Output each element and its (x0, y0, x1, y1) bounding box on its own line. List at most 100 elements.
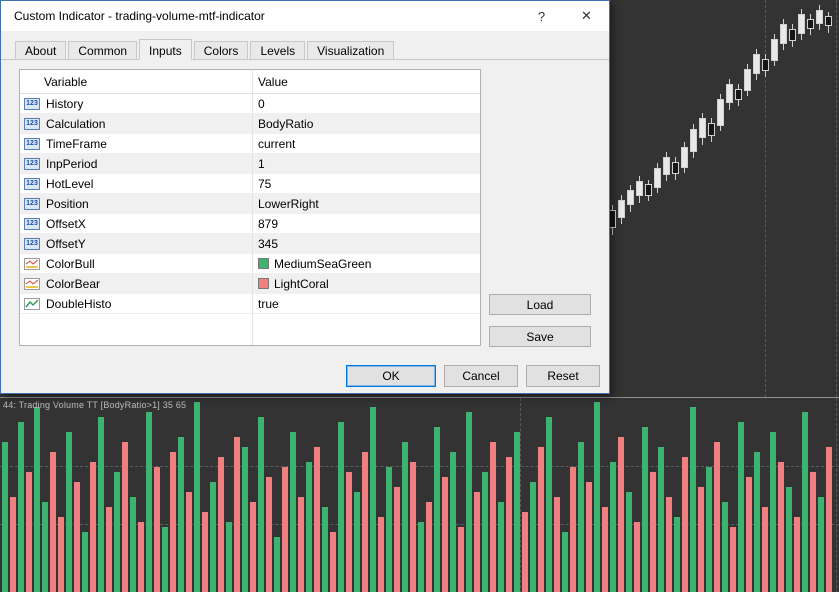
volume-bar (522, 512, 528, 592)
value-cell[interactable]: current (252, 137, 480, 151)
table-row[interactable]: 123 History 0 (20, 94, 480, 114)
variable-name: ColorBear (46, 276, 101, 291)
volume-bar (810, 472, 816, 592)
volume-bar (538, 447, 544, 592)
value-cell[interactable]: MediumSeaGreen (252, 257, 480, 271)
load-button[interactable]: Load (489, 294, 591, 315)
candle-body (681, 147, 688, 168)
volume-bar (74, 482, 80, 592)
value-text: BodyRatio (258, 116, 314, 131)
value-cell[interactable]: 345 (252, 237, 480, 251)
volume-bar (466, 412, 472, 592)
candle-body (771, 39, 778, 61)
volume-bar (818, 497, 824, 592)
table-row[interactable]: 123 InpPeriod 1 (20, 154, 480, 174)
cancel-button[interactable]: Cancel (444, 365, 518, 387)
volume-bar (82, 532, 88, 592)
volume-bar (506, 457, 512, 592)
value-cell[interactable]: LightCoral (252, 277, 480, 291)
tab-inputs[interactable]: Inputs (139, 39, 192, 60)
variable-name: ColorBull (46, 256, 95, 271)
dialog-titlebar[interactable]: Custom Indicator - trading-volume-mtf-in… (1, 1, 609, 31)
volume-bar (602, 507, 608, 592)
histogram-icon (24, 297, 40, 310)
volume-bar (738, 422, 744, 592)
candle-body (744, 69, 751, 91)
table-row[interactable]: 123 OffsetX 879 (20, 214, 480, 234)
volume-bar (666, 497, 672, 592)
volume-bar (826, 447, 832, 592)
volume-bar (250, 502, 256, 592)
volume-bar (578, 442, 584, 592)
table-row[interactable]: 123 Calculation BodyRatio (20, 114, 480, 134)
candle-body (825, 16, 832, 26)
volume-bar (42, 502, 48, 592)
indicator-subwindow: 44: Trading Volume TT [BodyRatio>1] 35 6… (0, 397, 839, 592)
value-cell[interactable]: true (252, 297, 480, 311)
value-text: 0 (258, 96, 265, 111)
volume-bar (490, 442, 496, 592)
candle-body (627, 190, 634, 205)
variable-name: Calculation (46, 116, 106, 131)
table-row[interactable]: 123 OffsetY 345 (20, 234, 480, 254)
volume-bar (122, 442, 128, 592)
volume-bar (770, 432, 776, 592)
volume-bar (418, 522, 424, 592)
candle-body (717, 99, 724, 126)
candle-body (753, 54, 760, 74)
value-text: LightCoral (274, 276, 329, 291)
variable-name: History (46, 96, 84, 111)
tab-colors[interactable]: Colors (193, 41, 249, 60)
table-row[interactable]: ColorBear LightCoral (20, 274, 480, 294)
volume-bar (98, 417, 104, 592)
volume-bar (610, 462, 616, 592)
value-cell[interactable]: 879 (252, 217, 480, 231)
volume-bar (362, 452, 368, 592)
value-cell[interactable]: 0 (252, 97, 480, 111)
volume-bar (338, 422, 344, 592)
volume-bar (722, 502, 728, 592)
tab-common[interactable]: Common (68, 41, 138, 60)
table-row[interactable]: 123 HotLevel 75 (20, 174, 480, 194)
volume-bar (306, 462, 312, 592)
volume-bar (170, 452, 176, 592)
volume-bar (618, 437, 624, 592)
value-text: 879 (258, 216, 279, 231)
table-header: Variable Value (20, 70, 480, 94)
value-cell[interactable]: 1 (252, 157, 480, 171)
volume-bar (130, 497, 136, 592)
value-cell[interactable]: LowerRight (252, 197, 480, 211)
volume-bar (650, 472, 656, 592)
color-swatch (258, 258, 269, 269)
candle-body (645, 184, 652, 196)
volume-bar (674, 517, 680, 592)
reset-button[interactable]: Reset (526, 365, 600, 387)
volume-bar (394, 487, 400, 592)
close-button[interactable]: ✕ (564, 1, 609, 31)
tab-visualization[interactable]: Visualization (307, 41, 395, 60)
volume-bar (10, 497, 16, 592)
table-row[interactable]: DoubleHisto true (20, 294, 480, 314)
volume-bar (634, 522, 640, 592)
numeric-123-icon: 123 (24, 237, 40, 250)
table-row[interactable]: ColorBull MediumSeaGreen (20, 254, 480, 274)
help-button[interactable]: ? (519, 1, 564, 31)
volume-bar (586, 482, 592, 592)
save-button[interactable]: Save (489, 326, 591, 347)
volume-bar (242, 447, 248, 592)
tab-about[interactable]: About (15, 41, 67, 60)
volume-bar (34, 407, 40, 592)
volume-bar (90, 462, 96, 592)
table-row[interactable]: 123 Position LowerRight (20, 194, 480, 214)
table-row[interactable]: 123 TimeFrame current (20, 134, 480, 154)
dialog-title: Custom Indicator - trading-volume-mtf-in… (14, 9, 265, 23)
ok-button[interactable]: OK (346, 365, 436, 387)
tab-levels[interactable]: Levels (250, 41, 306, 60)
volume-bar (458, 527, 464, 592)
value-cell[interactable]: 75 (252, 177, 480, 191)
variable-name: DoubleHisto (46, 296, 112, 311)
volume-bar (154, 467, 160, 592)
value-cell[interactable]: BodyRatio (252, 117, 480, 131)
volume-bar (434, 427, 440, 592)
volume-bar (210, 482, 216, 592)
